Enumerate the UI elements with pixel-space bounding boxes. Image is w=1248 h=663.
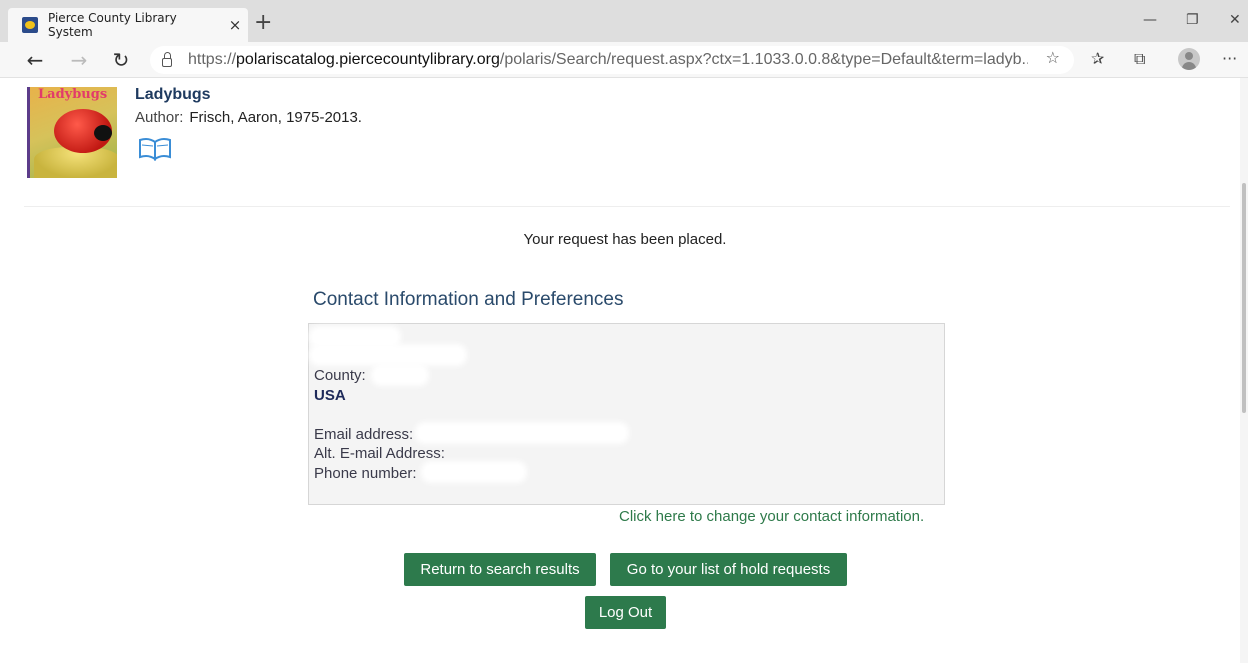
favorite-star-icon[interactable]: ☆	[1046, 48, 1060, 67]
library-favicon-icon	[22, 17, 38, 33]
hold-requests-button[interactable]: Go to your list of hold requests	[610, 553, 847, 586]
book-cover-image[interactable]: Ladybugs	[27, 87, 117, 178]
book-icon	[139, 137, 171, 161]
address-bar[interactable]: https://polariscatalog.piercecountylibra…	[150, 46, 1074, 74]
tab-close-icon[interactable]: ×	[222, 16, 248, 34]
return-to-search-results-button[interactable]: Return to search results	[404, 553, 596, 586]
alt-email-label: Alt. E-mail Address:	[314, 445, 445, 462]
browser-toolbar: ← → ↻ https://polariscatalog.piercecount…	[0, 42, 1248, 78]
scrollbar-thumb[interactable]	[1242, 183, 1246, 413]
restore-icon[interactable]: ❐	[1186, 12, 1199, 28]
url-host: polariscatalog.piercecountylibrary.org	[236, 51, 500, 68]
url-path: /polaris/Search/request.aspx?ctx=1.1033.…	[499, 51, 1028, 68]
browser-tab[interactable]: Pierce County Library System ×	[8, 8, 248, 42]
county-label: County:	[314, 367, 366, 384]
book-title[interactable]: Ladybugs	[135, 86, 211, 104]
new-tab-icon[interactable]: +	[254, 10, 272, 35]
email-label: Email address:	[314, 426, 414, 443]
redacted-email	[419, 426, 625, 440]
url-text: https://polariscatalog.piercecountylibra…	[188, 51, 1028, 69]
favorites-icon[interactable]: ✰	[1091, 49, 1104, 68]
profile-avatar[interactable]	[1178, 48, 1200, 70]
redacted-phone	[425, 465, 523, 479]
close-window-icon[interactable]: ✕	[1229, 12, 1241, 28]
contact-heading: Contact Information and Preferences	[313, 289, 624, 310]
back-icon[interactable]: ←	[22, 47, 48, 73]
cover-ladybug	[54, 109, 112, 153]
url-scheme: https://	[188, 51, 237, 68]
confirmation-message: Your request has been placed.	[523, 231, 727, 248]
phone-label: Phone number:	[314, 465, 417, 482]
cover-title: Ladybugs	[38, 87, 108, 102]
author-line: Author: Frisch, Aaron, 1975-2013.	[135, 109, 362, 126]
country-value: USA	[314, 387, 346, 404]
author-value: Frisch, Aaron, 1975-2013.	[189, 109, 362, 126]
tab-strip: Pierce County Library System × + — ❐ ✕	[0, 0, 1248, 42]
tab-title: Pierce County Library System	[48, 11, 177, 39]
scrollbar[interactable]	[1240, 78, 1248, 663]
forward-icon[interactable]: →	[66, 47, 92, 73]
collections-icon[interactable]: ⧉	[1134, 49, 1145, 69]
contact-info-box: County: USA Email address: Alt. E-mail A…	[308, 323, 945, 505]
change-contact-link[interactable]: Click here to change your contact inform…	[619, 508, 924, 525]
logout-button[interactable]: Log Out	[585, 596, 666, 629]
divider	[24, 206, 1230, 207]
minimize-icon[interactable]: —	[1143, 12, 1157, 28]
more-menu-icon[interactable]: ···	[1222, 49, 1237, 68]
lock-icon	[162, 52, 172, 67]
redacted-name	[313, 330, 397, 344]
author-label: Author:	[135, 109, 184, 126]
refresh-icon[interactable]: ↻	[108, 47, 134, 73]
redacted-county	[375, 368, 425, 382]
redacted-address	[313, 348, 463, 362]
